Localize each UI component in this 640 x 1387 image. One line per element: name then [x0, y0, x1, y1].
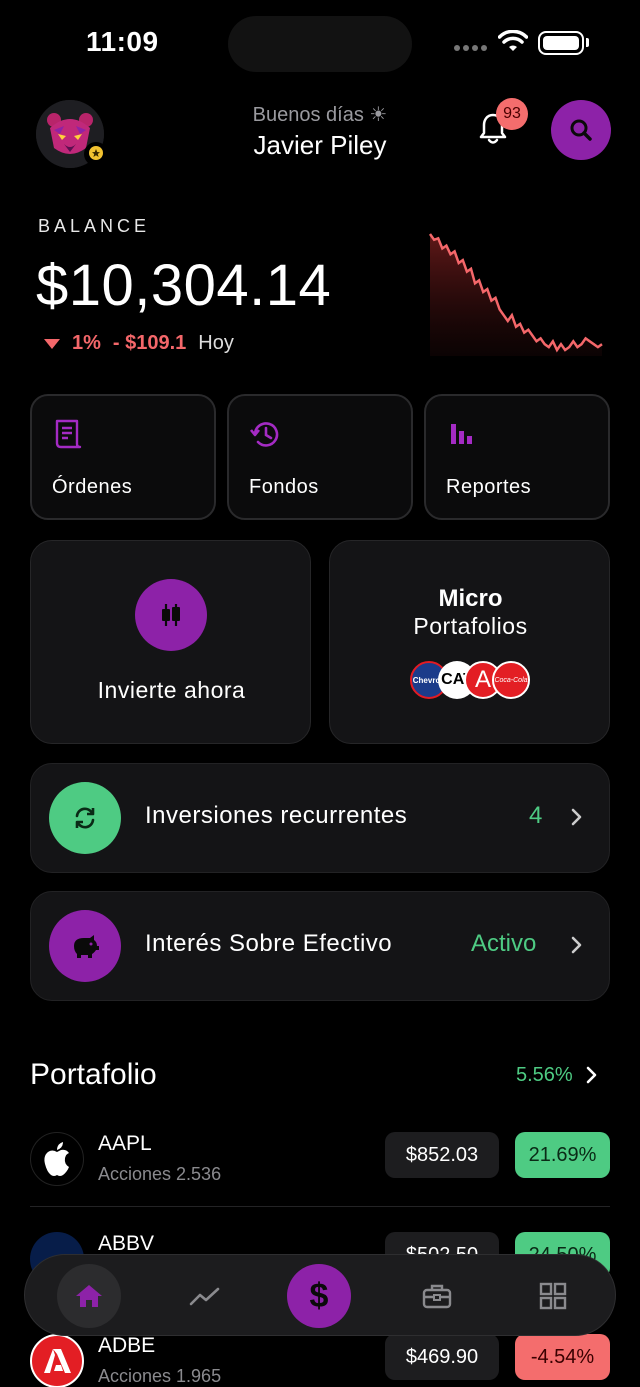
micro-subtitle: Portafolios [413, 613, 528, 639]
trending-icon [189, 1287, 220, 1306]
recurring-count: 4 [529, 802, 543, 829]
search-button[interactable] [551, 100, 611, 160]
balance-value: $10,304.14 [36, 253, 332, 318]
notification-badge: 93 [496, 98, 528, 130]
greeting: Buenos días ☀ [252, 104, 388, 126]
stock-shares: Acciones 1.965 [98, 1366, 222, 1386]
nav-home[interactable] [57, 1264, 121, 1328]
bottom-navigation: $ [24, 1254, 616, 1336]
balance-sparkline[interactable] [424, 228, 608, 356]
dynamic-island [228, 16, 412, 72]
cash-interest-icon-circle [49, 910, 121, 982]
nav-portfolio[interactable] [405, 1264, 469, 1328]
balance-change: 1% - $109.1 Hoy [44, 332, 234, 355]
stock-price: $852.03 [385, 1132, 499, 1178]
status-bar: 11:09 [0, 0, 640, 90]
dollar-icon: $ [309, 1276, 329, 1315]
signal-icon [454, 45, 487, 51]
recurring-investments-row[interactable]: Inversiones recurrentes 4 [30, 763, 610, 873]
stock-symbol: ABBV [98, 1232, 155, 1255]
stock-row-aapl[interactable]: AAPL Acciones 2.536 $852.03 21.69% [30, 1132, 610, 1222]
stock-symbol: AAPL [98, 1132, 152, 1155]
nav-invest[interactable]: $ [287, 1264, 351, 1328]
change-percent: 1% [72, 332, 101, 354]
orders-label: Órdenes [52, 476, 133, 498]
apple-logo-icon [30, 1132, 84, 1186]
chevron-right-icon [571, 936, 582, 954]
user-name: Javier Piley [253, 130, 387, 160]
stock-change: -4.54% [515, 1334, 610, 1380]
home-icon [76, 1285, 102, 1307]
chevron-right-icon[interactable] [584, 1064, 600, 1086]
micro-portfolios-tile[interactable]: Micro Portafolios Chevron CAT A Coca-Col… [329, 540, 610, 744]
funds-label: Fondos [249, 476, 319, 498]
briefcase-icon [422, 1284, 452, 1309]
invest-now-label: Invierte ahora [97, 677, 246, 703]
adobe-logo-icon [30, 1334, 84, 1387]
cash-interest-status: Activo [471, 930, 537, 957]
invest-now-tile[interactable]: Invierte ahora [30, 540, 311, 744]
bar-chart-icon [451, 424, 472, 444]
recurring-icon-circle [49, 782, 121, 854]
stock-change: 21.69% [515, 1132, 610, 1178]
portfolio-title: Portafolio [30, 1058, 157, 1091]
balance-label: BALANCE [38, 216, 151, 236]
nav-markets[interactable] [173, 1264, 237, 1328]
funds-tile[interactable]: Fondos [227, 394, 413, 520]
portfolio-performance[interactable]: 5.56% [516, 1064, 573, 1087]
status-time: 11:09 [86, 26, 159, 57]
invest-icon-circle [135, 579, 207, 651]
stock-row-adbe[interactable]: ADBE Acciones 1.965 $469.90 -4.54% [30, 1334, 610, 1387]
recurring-label: Inversiones recurrentes [145, 802, 408, 829]
micro-logos: Chevron CAT A Coca-Cola [410, 661, 534, 701]
refresh-icon [75, 807, 95, 829]
coca-cola-logo: Coca-Cola [492, 661, 530, 699]
stock-price: $469.90 [385, 1334, 499, 1380]
change-amount: - $109.1 [112, 332, 187, 354]
reports-label: Reportes [446, 476, 532, 498]
nav-more[interactable] [521, 1264, 585, 1328]
award-badge-icon [84, 142, 108, 166]
change-period: Hoy [198, 332, 234, 354]
receipt-icon [55, 419, 82, 449]
reports-tile[interactable]: Reportes [424, 394, 610, 520]
chevron-right-icon [571, 808, 582, 826]
cash-interest-label: Interés Sobre Efectivo [145, 930, 393, 957]
piggy-bank-icon [74, 935, 99, 958]
wifi-icon [498, 30, 528, 51]
grid-icon [539, 1282, 567, 1310]
stock-shares: Acciones 2.536 [98, 1164, 222, 1184]
stock-symbol: ADBE [98, 1334, 156, 1357]
candlestick-icon [162, 604, 180, 626]
cash-interest-row[interactable]: Interés Sobre Efectivo Activo [30, 891, 610, 1001]
orders-tile[interactable]: Órdenes [30, 394, 216, 520]
micro-title: Micro [438, 585, 503, 612]
battery-icon [538, 31, 584, 55]
history-icon [249, 422, 279, 447]
divider [30, 1206, 610, 1207]
down-arrow-icon [44, 338, 60, 349]
search-icon [570, 119, 592, 141]
